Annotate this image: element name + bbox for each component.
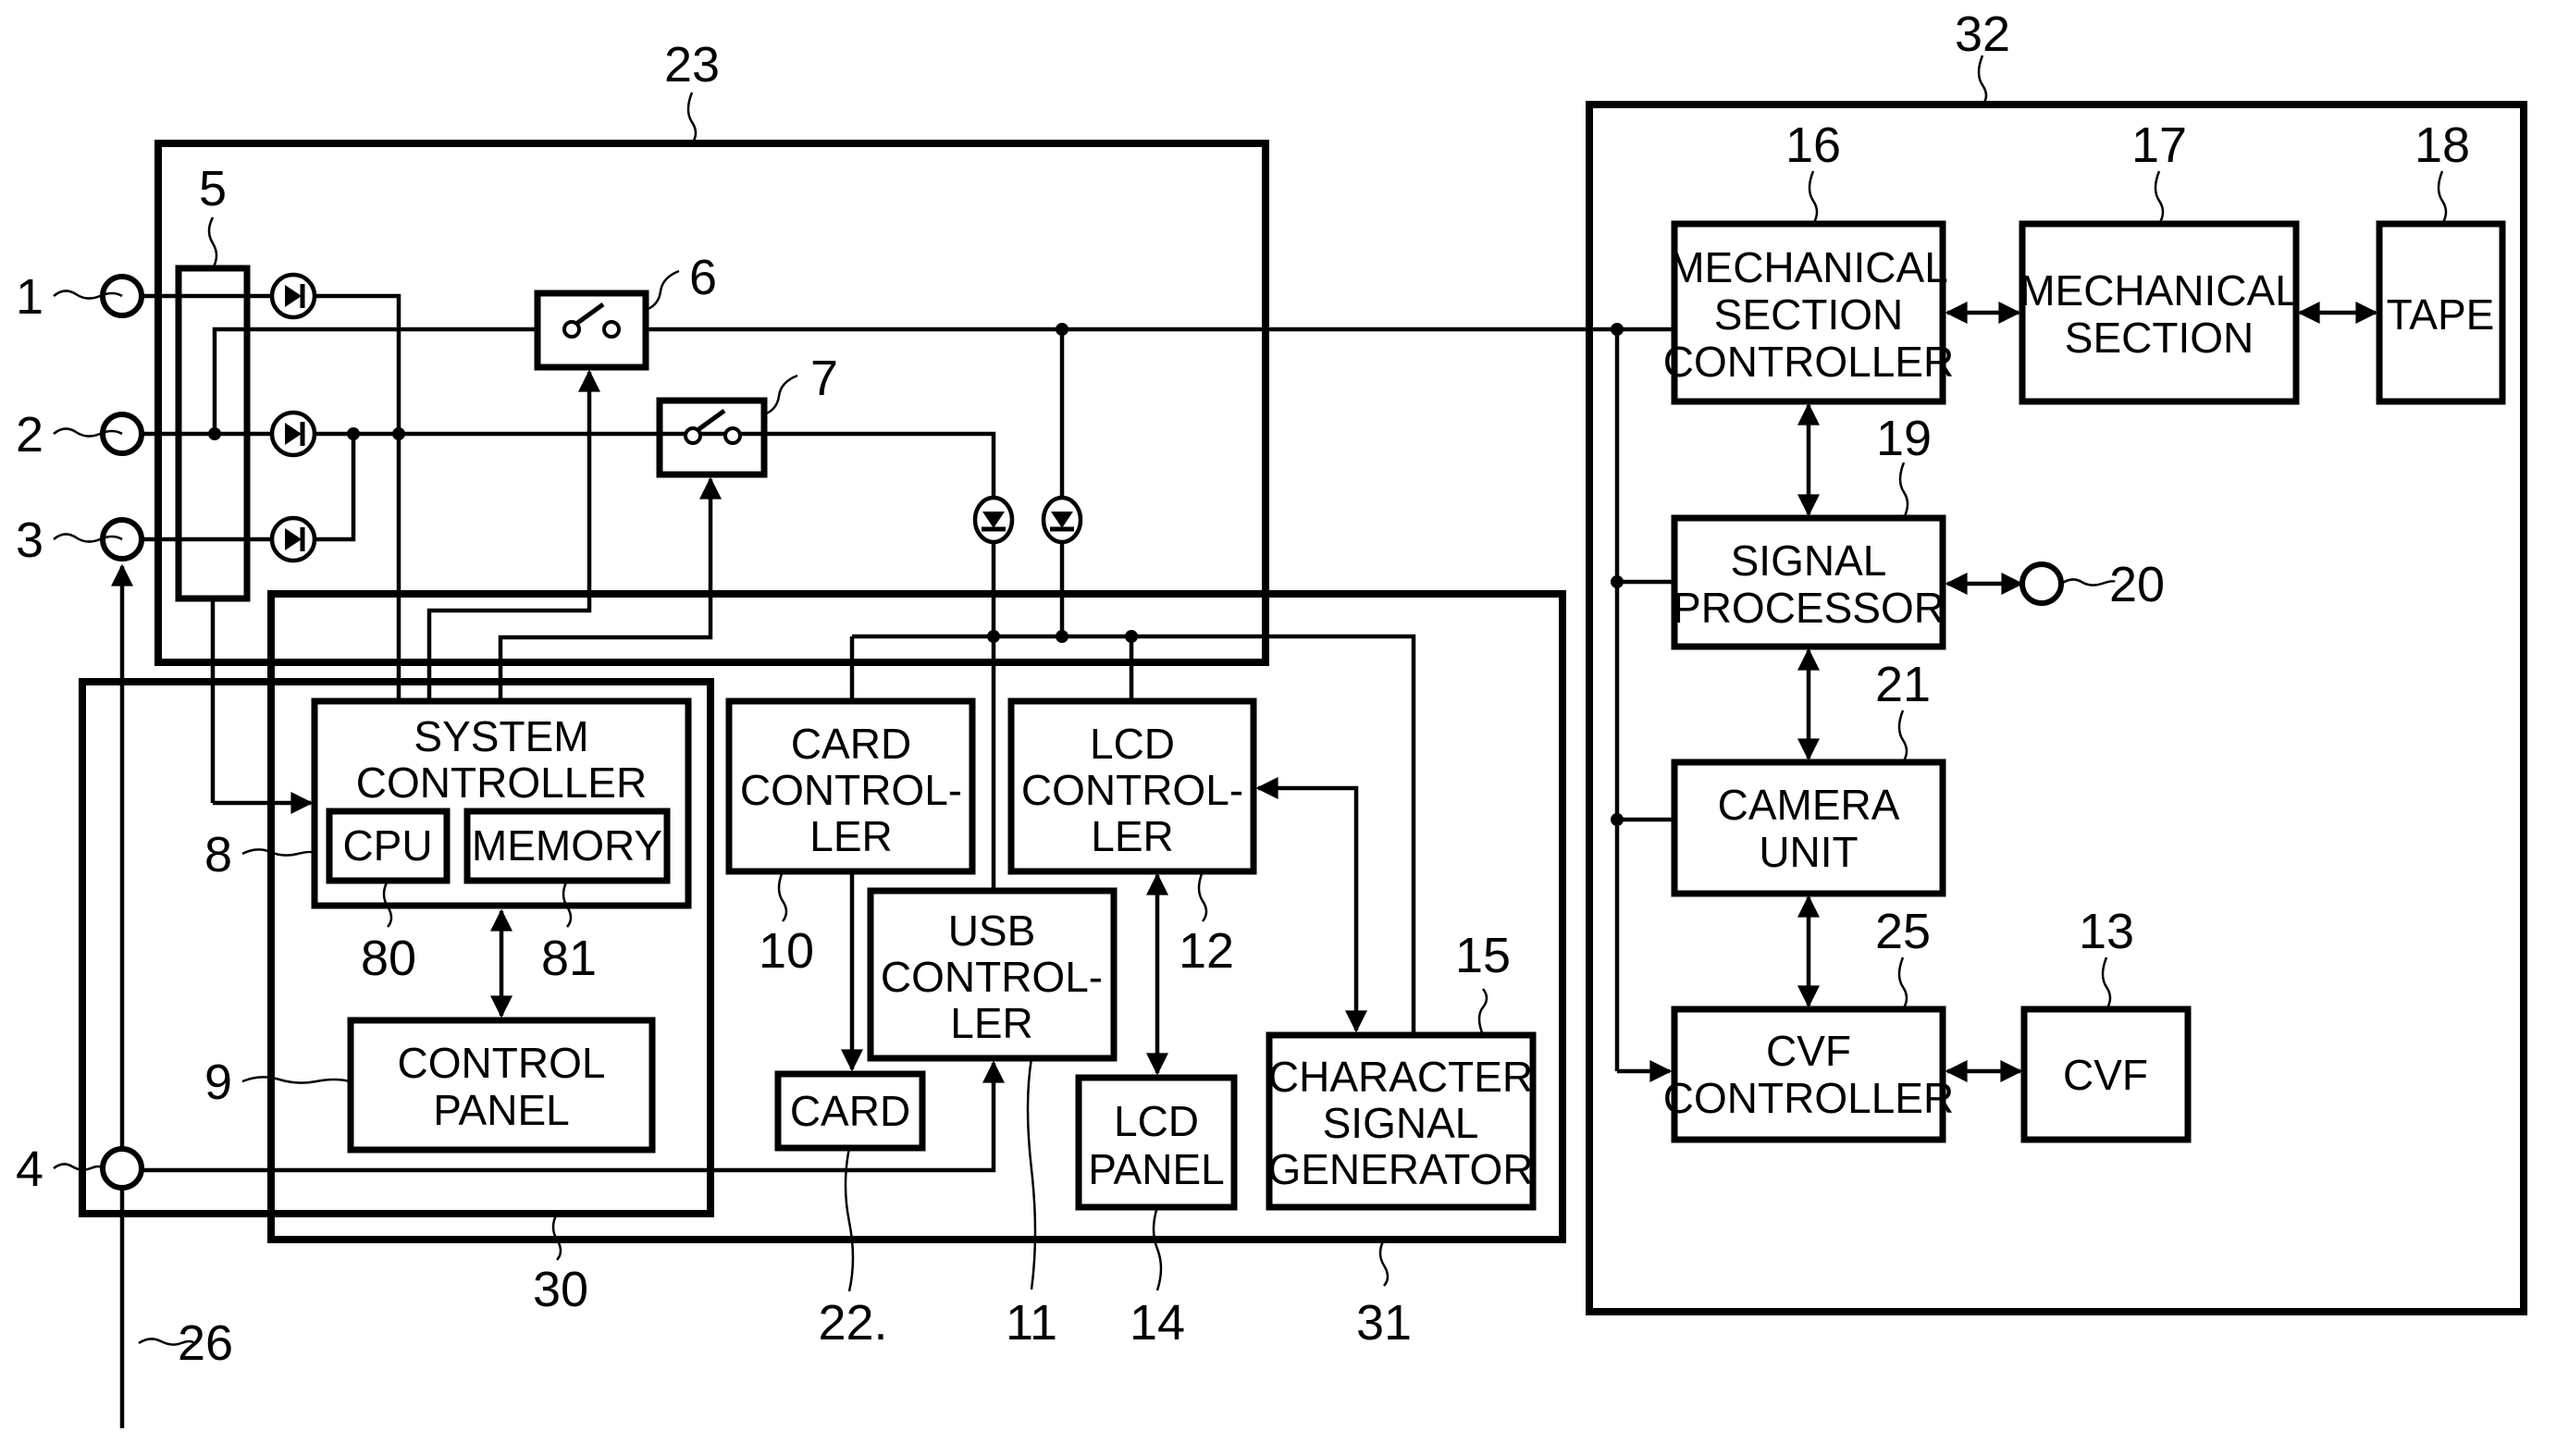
block-label: CONTROL- — [1021, 766, 1243, 814]
block-label: LER — [809, 812, 892, 860]
block-label: USB — [948, 907, 1036, 955]
reference-numerals: 23 5 6 7 1 2 3 4 8 9 80 81 30 26 10 12 1… — [16, 6, 2470, 1371]
block-7-switch — [656, 397, 768, 478]
block-12-lcd-controller: LCD CONTROL- LER — [1007, 697, 1257, 875]
ref-21: 21 — [1875, 657, 1931, 712]
block-15-character-signal-generator: CHARACTER SIGNAL GENERATOR — [1266, 1031, 1537, 1211]
block-label: CAMERA — [1718, 781, 1900, 829]
block-label: LCD — [1114, 1097, 1199, 1145]
block-label: CHARACTER — [1268, 1053, 1533, 1101]
block-label: MECHANICAL — [2019, 266, 2299, 315]
ref-19: 19 — [1876, 411, 1932, 466]
block-label: SECTION — [2065, 314, 2254, 362]
ref-31: 31 — [1356, 1295, 1412, 1351]
ref-6: 6 — [689, 250, 717, 305]
block-22-card: CARD — [774, 1070, 926, 1152]
diode-icon — [269, 515, 317, 563]
diode-icon — [1041, 495, 1083, 545]
diode-icon — [972, 495, 1015, 545]
ref-15: 15 — [1455, 928, 1511, 983]
ref-9: 9 — [204, 1055, 232, 1110]
block-label: PANEL — [1088, 1145, 1224, 1193]
ref-23: 23 — [664, 37, 720, 93]
block-label: CONTROLLER — [356, 759, 647, 807]
ref-12: 12 — [1179, 923, 1234, 979]
ref-13: 13 — [2079, 904, 2134, 959]
ref-80: 80 — [361, 931, 416, 986]
block-label: CONTROLLER — [1663, 338, 1954, 386]
block-label: SIGNAL — [1323, 1099, 1479, 1147]
block-label: CONTROL — [398, 1039, 606, 1087]
ref-11: 11 — [1006, 1295, 1057, 1351]
ref-20: 20 — [2109, 557, 2165, 612]
block-label: CARD — [791, 720, 911, 768]
diode-icon — [269, 410, 317, 458]
switch-icon — [562, 302, 621, 339]
block-label: CONTROL- — [881, 953, 1103, 1001]
ref-terminal-2: 2 — [16, 407, 43, 463]
ref-26: 26 — [178, 1315, 233, 1371]
block-label: UNIT — [1759, 828, 1858, 876]
ref-30: 30 — [533, 1262, 588, 1317]
block-label: CONTROL- — [740, 766, 962, 814]
block-label: CARD — [790, 1087, 910, 1135]
ref-25: 25 — [1875, 904, 1931, 959]
ref-terminal-4: 4 — [16, 1141, 43, 1197]
block-16-mechanical-section-controller: MECHANICAL SECTION CONTROLLER — [1663, 220, 1954, 405]
block-8-system-controller: SYSTEM CONTROLLER — [311, 697, 692, 909]
block-label: LER — [950, 999, 1032, 1047]
ref-22: 22. — [818, 1295, 887, 1351]
block-label: MEMORY — [472, 821, 662, 870]
ref-terminal-3: 3 — [16, 512, 43, 568]
block-label: PROCESSOR — [1673, 584, 1945, 632]
block-18-tape: TAPE — [2376, 220, 2506, 405]
switch-icon — [684, 408, 742, 445]
diode-icon — [269, 272, 317, 320]
block-diagram: SYSTEM CONTROLLER CPU MEMORY CONTROL PAN… — [16, 6, 2527, 1428]
block-14-lcd-panel: LCD PANEL — [1075, 1074, 1238, 1211]
ref-17: 17 — [2131, 117, 2187, 173]
ref-8: 8 — [204, 827, 232, 882]
block-6-switch — [534, 290, 649, 371]
wiring — [111, 293, 2378, 1428]
block-19-signal-processor: SIGNAL PROCESSOR — [1671, 514, 1946, 650]
block-label: LER — [1091, 812, 1173, 860]
terminal-4 — [100, 1146, 144, 1191]
ref-14: 14 — [1130, 1295, 1185, 1351]
ref-7: 7 — [810, 351, 838, 406]
block-label: CVF — [2063, 1051, 2148, 1099]
block-label: LCD — [1090, 720, 1175, 768]
block-label: CVF — [1766, 1027, 1851, 1075]
ref-32: 32 — [1955, 6, 2010, 62]
block-81-memory: MEMORY — [463, 808, 671, 884]
ref-16: 16 — [1785, 117, 1841, 173]
ref-18: 18 — [2415, 117, 2470, 173]
block-label: TAPE — [2387, 290, 2495, 339]
block-9-control-panel: CONTROL PANEL — [347, 1017, 656, 1154]
block-25-cvf-controller: CVF CONTROLLER — [1663, 1006, 1954, 1143]
block-label: CPU — [342, 821, 432, 870]
block-80-cpu: CPU — [326, 808, 451, 884]
block-13-cvf: CVF — [2020, 1006, 2192, 1143]
block-17-mechanical-section: MECHANICAL SECTION — [2019, 220, 2300, 405]
ref-81: 81 — [541, 931, 597, 986]
block-label: SYSTEM — [414, 712, 588, 760]
block-label: CONTROLLER — [1663, 1074, 1954, 1122]
block-21-camera-unit: CAMERA UNIT — [1671, 759, 1946, 897]
block-label: PANEL — [433, 1086, 569, 1134]
ref-10: 10 — [759, 923, 814, 979]
ref-5: 5 — [199, 161, 227, 216]
block-label: SIGNAL — [1731, 537, 1887, 585]
terminal-20 — [2019, 561, 2064, 606]
ref-terminal-1: 1 — [16, 269, 43, 325]
block-label: SECTION — [1714, 290, 1903, 339]
block-10-card-controller: CARD CONTROL- LER — [725, 697, 976, 875]
block-11-usb-controller: USB CONTROL- LER — [867, 887, 1118, 1062]
block-label: GENERATOR — [1267, 1145, 1533, 1193]
block-label: MECHANICAL — [1669, 243, 1948, 291]
